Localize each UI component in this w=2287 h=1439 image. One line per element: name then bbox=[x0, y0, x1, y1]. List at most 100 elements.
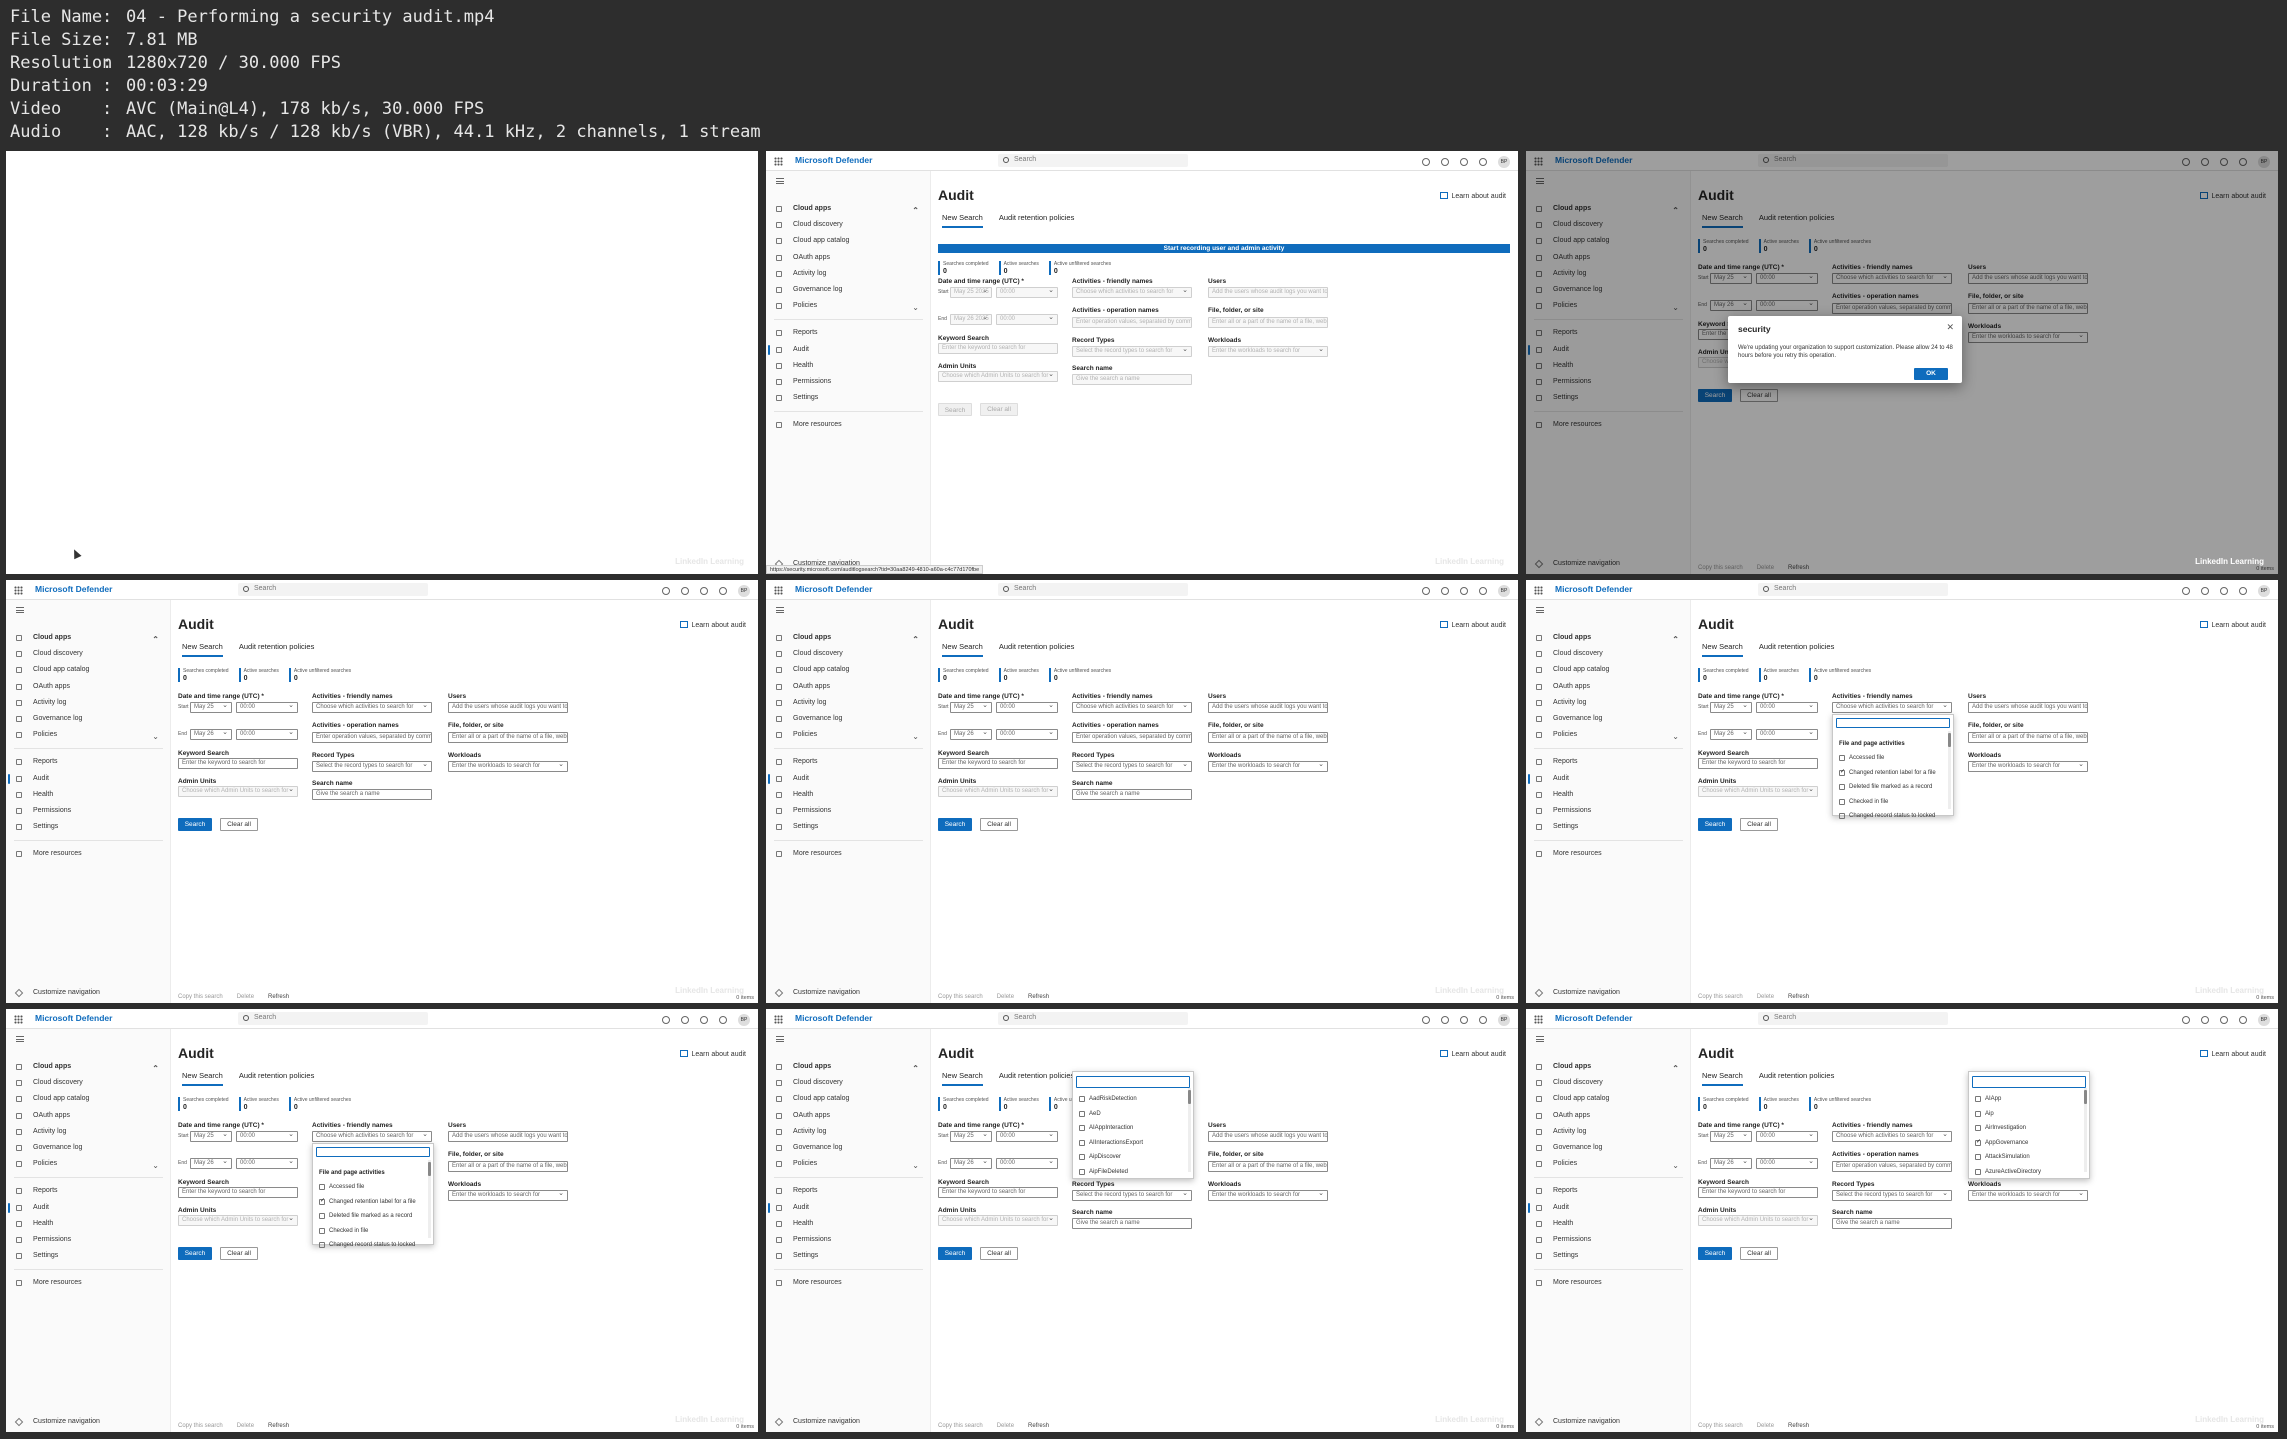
admin-units-select[interactable]: Choose which Admin Units to search for bbox=[178, 1215, 298, 1226]
checkbox[interactable] bbox=[319, 1242, 325, 1248]
nav-item-activity-log[interactable]: Activity log bbox=[766, 695, 931, 711]
friendly-names-select[interactable]: Choose which activities to search for bbox=[1072, 702, 1192, 713]
nav-item-oauth-apps[interactable]: OAuth apps bbox=[766, 250, 931, 266]
activities-dropdown[interactable]: File and page activities Accessed file Cha… bbox=[312, 1143, 434, 1248]
end-time-select[interactable]: 00:00 bbox=[1756, 729, 1818, 740]
nav-item-more-resources[interactable]: More resources bbox=[1526, 846, 1691, 862]
nav-item-activity-log[interactable]: Activity log bbox=[766, 1124, 931, 1140]
admin-units-select[interactable]: Choose which Admin Units to search for bbox=[178, 786, 298, 797]
nav-item-settings[interactable]: Settings bbox=[6, 819, 171, 835]
global-search-input[interactable]: Search bbox=[998, 583, 1188, 596]
operation-names-input[interactable]: Enter operation values, separated by com… bbox=[1072, 732, 1192, 743]
brand-title[interactable]: Microsoft Defender bbox=[795, 584, 872, 594]
global-search-input[interactable]: Search bbox=[238, 583, 428, 596]
dropdown-option[interactable]: Aip bbox=[1975, 1110, 1994, 1117]
dropdown-option[interactable]: AadRiskDetection bbox=[1079, 1096, 1137, 1102]
nav-item-health[interactable]: Health bbox=[766, 1216, 931, 1232]
dropdown-option[interactable]: Deleted file marked as a record bbox=[319, 1213, 412, 1219]
operation-names-input[interactable]: Enter operation values, separated by com… bbox=[1832, 1161, 1952, 1172]
checkbox[interactable] bbox=[1975, 1125, 1981, 1131]
file-folder-site-input[interactable]: Enter all or a part of the name of a fil… bbox=[1208, 317, 1328, 328]
checkbox[interactable] bbox=[1975, 1096, 1981, 1102]
nav-item-cloud-apps[interactable]: Cloud apps ⌃ bbox=[6, 630, 171, 646]
nav-item-reports[interactable]: Reports bbox=[6, 1183, 171, 1199]
link-icon[interactable] bbox=[681, 587, 689, 595]
keyword-input[interactable]: Enter the keyword to search for bbox=[938, 1187, 1058, 1198]
checkbox[interactable] bbox=[1079, 1154, 1085, 1160]
dropdown-search-input[interactable] bbox=[1836, 718, 1950, 728]
bell-icon[interactable] bbox=[1422, 158, 1430, 166]
nav-item-cloud-app-catalog[interactable]: Cloud app catalog bbox=[1526, 1091, 1691, 1107]
record-types-select[interactable]: Select the record types to search for bbox=[1072, 346, 1192, 357]
hamburger-icon[interactable] bbox=[776, 1036, 784, 1042]
link-icon[interactable] bbox=[1441, 587, 1449, 595]
dropdown-option[interactable]: AttackSimulation bbox=[1975, 1154, 2030, 1160]
users-input[interactable]: Add the users whose audit logs you want … bbox=[1968, 702, 2088, 713]
nav-item-reports[interactable]: Reports bbox=[6, 754, 171, 770]
app-launcher-icon[interactable] bbox=[1534, 1015, 1543, 1024]
nav-item-health[interactable]: Health bbox=[6, 787, 171, 803]
workloads-select[interactable]: Enter the workloads to search for bbox=[448, 761, 568, 772]
file-folder-site-input[interactable]: Enter all or a part of the name of a fil… bbox=[448, 1161, 568, 1172]
nav-item-cloud-discovery[interactable]: Cloud discovery bbox=[766, 646, 931, 662]
dropdown-option[interactable]: Checked in file bbox=[1839, 798, 1888, 805]
nav-item-audit[interactable]: Audit bbox=[766, 1200, 931, 1216]
clear-all-button[interactable]: Clear all bbox=[220, 1247, 258, 1260]
help-icon[interactable] bbox=[2239, 587, 2247, 595]
end-date-picker[interactable]: May 26 bbox=[190, 729, 232, 740]
start-time-select[interactable]: 00:00 bbox=[1756, 702, 1818, 713]
delete-button[interactable]: Delete bbox=[1757, 994, 1774, 1000]
nav-item-audit[interactable]: Audit bbox=[6, 1200, 171, 1216]
admin-units-select[interactable]: Choose which Admin Units to search for bbox=[1698, 1215, 1818, 1226]
brand-title[interactable]: Microsoft Defender bbox=[35, 584, 112, 594]
copy-search-button[interactable]: Copy this search bbox=[1698, 994, 1743, 1000]
bell-icon[interactable] bbox=[1422, 1016, 1430, 1024]
nav-item-cloud-apps[interactable]: Cloud apps ⌃ bbox=[1526, 630, 1691, 646]
search-button[interactable]: Search bbox=[1698, 1247, 1732, 1260]
nav-item-activity-log[interactable]: Activity log bbox=[1526, 1124, 1691, 1140]
nav-item-policies[interactable]: Policies ⌄ bbox=[6, 1156, 171, 1172]
app-launcher-icon[interactable] bbox=[774, 157, 783, 166]
end-date-picker[interactable]: May 26 2025 bbox=[950, 314, 992, 325]
start-time-select[interactable]: 00:00 bbox=[236, 702, 298, 713]
hamburger-icon[interactable] bbox=[776, 178, 784, 184]
search-button[interactable]: Search bbox=[938, 1247, 972, 1260]
link-icon[interactable] bbox=[2201, 1016, 2209, 1024]
dropdown-option[interactable]: AipFileDeleted bbox=[1079, 1168, 1128, 1175]
nav-item-cloud-apps[interactable]: Cloud apps ⌃ bbox=[6, 1059, 171, 1075]
global-search-input[interactable]: Search bbox=[998, 154, 1188, 167]
nav-item-oauth-apps[interactable]: OAuth apps bbox=[766, 679, 931, 695]
start-date-picker[interactable]: May 25 bbox=[190, 702, 232, 713]
nav-item-cloud-app-catalog[interactable]: Cloud app catalog bbox=[6, 662, 171, 678]
start-time-select[interactable]: 00:00 bbox=[236, 1131, 298, 1142]
users-input[interactable]: Add the users whose audit logs you want … bbox=[1208, 287, 1328, 298]
avatar[interactable]: BP bbox=[1498, 156, 1510, 168]
checkbox[interactable] bbox=[319, 1213, 325, 1219]
clear-all-button[interactable]: Clear all bbox=[220, 818, 258, 831]
end-time-select[interactable]: 00:00 bbox=[236, 1158, 298, 1169]
nav-item-activity-log[interactable]: Activity log bbox=[6, 695, 171, 711]
nav-item-permissions[interactable]: Permissions bbox=[6, 1232, 171, 1248]
end-date-picker[interactable]: May 26 bbox=[1710, 729, 1752, 740]
nav-item-permissions[interactable]: Permissions bbox=[6, 803, 171, 819]
nav-item-health[interactable]: Health bbox=[1526, 1216, 1691, 1232]
checkbox[interactable] bbox=[1079, 1110, 1085, 1117]
record-types-select[interactable]: Select the record types to search for bbox=[1072, 761, 1192, 772]
nav-item-governance-log[interactable]: Governance log bbox=[6, 1140, 171, 1156]
copy-search-button[interactable]: Copy this search bbox=[178, 994, 223, 1000]
users-input[interactable]: Add the users whose audit logs you want … bbox=[448, 702, 568, 713]
hamburger-icon[interactable] bbox=[16, 607, 24, 613]
copy-search-button[interactable]: Copy this search bbox=[1698, 1423, 1743, 1429]
refresh-button[interactable]: Refresh bbox=[1028, 1423, 1049, 1429]
app-launcher-icon[interactable] bbox=[774, 586, 783, 595]
nav-item-permissions[interactable]: Permissions bbox=[766, 374, 931, 390]
nav-item-more-resources[interactable]: More resources bbox=[766, 417, 931, 433]
search-button[interactable]: Search bbox=[938, 818, 972, 831]
nav-item-governance-log[interactable]: Governance log bbox=[766, 711, 931, 727]
customize-navigation[interactable]: Customize navigation bbox=[6, 986, 171, 1000]
hamburger-icon[interactable] bbox=[776, 607, 784, 613]
dropdown-option[interactable]: Changed retention label for a file bbox=[319, 1197, 416, 1205]
avatar[interactable]: BP bbox=[738, 1014, 750, 1026]
checkbox[interactable] bbox=[1079, 1139, 1085, 1146]
gear-icon[interactable] bbox=[1460, 158, 1468, 166]
